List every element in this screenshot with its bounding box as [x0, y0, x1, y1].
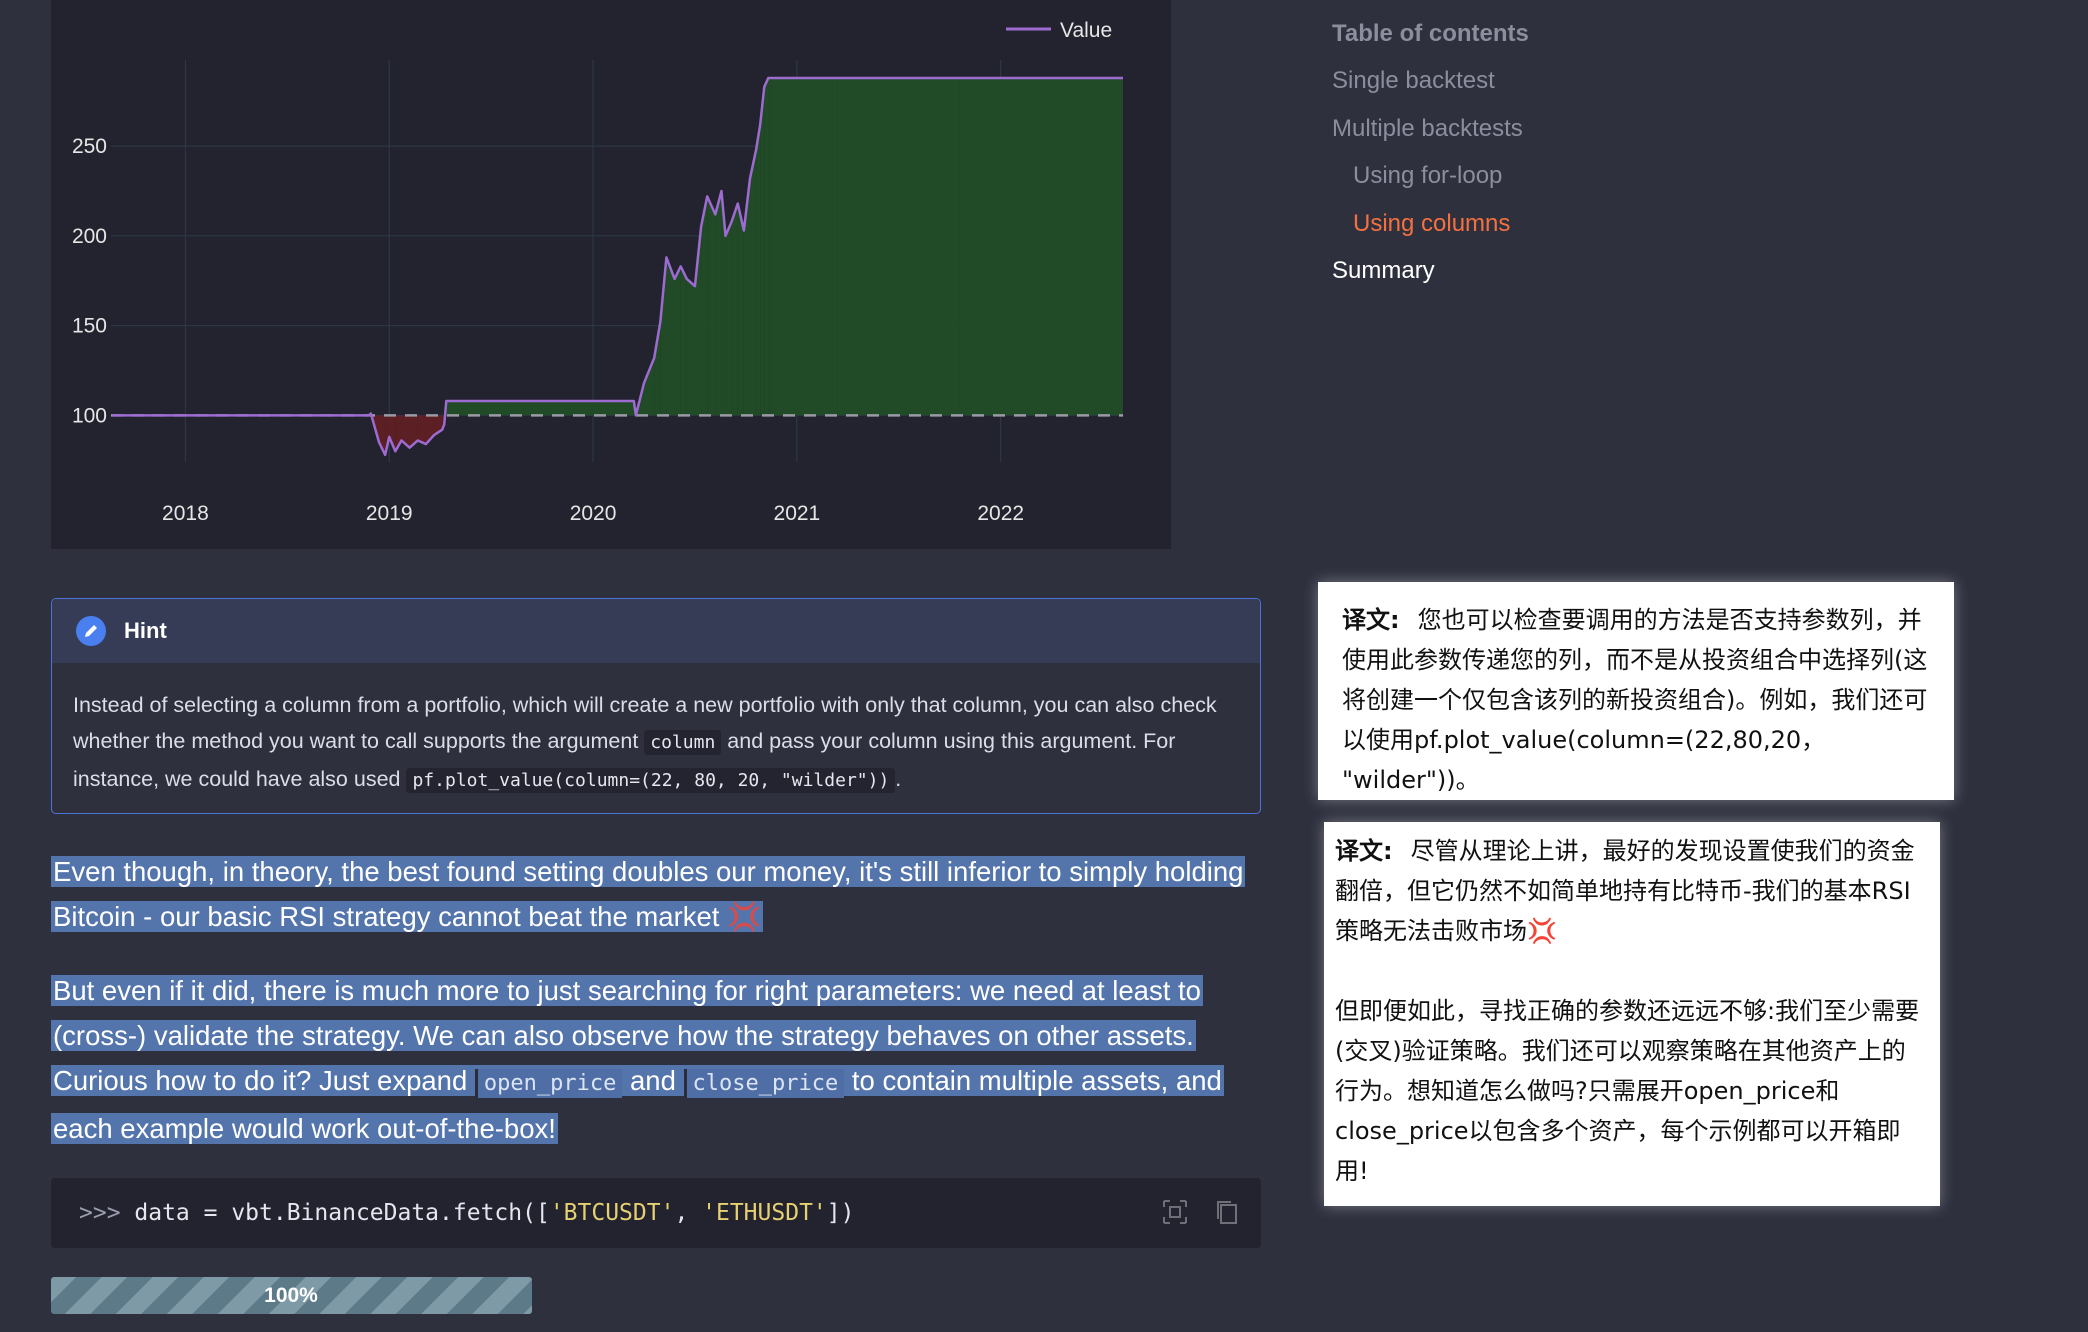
- selected-text: But even if it did, there is much more t…: [51, 975, 1224, 1144]
- profit-area: [593, 400, 634, 416]
- profit-area: [680, 266, 687, 416]
- profit-area: [731, 203, 738, 416]
- profit-area: [770, 77, 773, 416]
- profit-area: [760, 86, 765, 416]
- translation-paragraph: 但即便如此，寻找正确的参数还远远不够:我们至少需要(交叉)验证策略。我们还可以观…: [1335, 991, 1929, 1191]
- profit-area: [837, 77, 960, 416]
- profit-area: [959, 77, 1123, 416]
- profit-area: [764, 77, 769, 416]
- translation-prefix: 译文:: [1342, 606, 1400, 634]
- profit-area: [715, 191, 722, 416]
- x-tick-label: 2020: [570, 502, 617, 525]
- translation-card-paragraphs: 译文: 尽管从理论上讲，最好的发现设置使我们的资金翻倍，但它仍然不如简单地持有比特…: [1324, 822, 1940, 1206]
- y-tick-label: 250: [72, 135, 107, 158]
- x-tick-label: 2018: [162, 502, 209, 525]
- y-tick-label: 150: [72, 315, 107, 338]
- x-tick-label: 2019: [366, 502, 413, 525]
- value-chart-svg: 2018 2019 2020 2021 2022 100 150 200 250 Value: [72, 19, 1123, 525]
- y-tick-label: 200: [72, 225, 107, 248]
- profit-area: [725, 221, 732, 416]
- toc-title: Table of contents: [1332, 20, 1529, 47]
- code-string-btcusdt: 'BTCUSDT': [549, 1200, 675, 1226]
- profit-area: [686, 278, 695, 416]
- pencil-icon: [76, 616, 106, 646]
- profit-area: [768, 77, 771, 416]
- toc-item-using-columns[interactable]: Using columns: [1332, 210, 1832, 238]
- hint-header: Hint: [52, 599, 1260, 663]
- translation-text: 尽管从理论上讲，最好的发现设置使我们的资金翻倍，但它仍然不如简单地持有比特币-我…: [1335, 837, 1915, 945]
- y-tick-label: 100: [72, 404, 107, 427]
- x-tick-label: 2022: [977, 502, 1024, 525]
- profit-area: [674, 266, 681, 416]
- code-actions: [1161, 1198, 1241, 1226]
- profit-area: [707, 196, 716, 416]
- legend-label: Value: [1060, 19, 1112, 42]
- code-block[interactable]: >>> data = vbt.BinanceData.fetch(['BTCUS…: [51, 1178, 1261, 1248]
- profit-area: [666, 257, 675, 416]
- hint-code-plot-value: pf.plot_value(column=(22, 80, 20, "wilde…: [406, 768, 896, 793]
- profit-area: [749, 149, 757, 416]
- code-prompt: >>>: [79, 1200, 135, 1226]
- code-text: ]): [826, 1200, 855, 1226]
- profit-area: [511, 400, 594, 416]
- anger-symbol-icon: 💢: [1527, 917, 1557, 945]
- paragraph-text: and: [622, 1065, 684, 1096]
- profit-area: [644, 357, 655, 416]
- translation-text: 但即便如此，寻找正确的参数还远远不够:我们至少需要(交叉)验证策略。我们还可以观…: [1335, 997, 1920, 1185]
- hint-title: Hint: [124, 618, 167, 643]
- code-close-price: close_price: [683, 1069, 845, 1098]
- value-chart[interactable]: 2018 2019 2020 2021 2022 100 150 200 250 Value: [51, 0, 1171, 549]
- toc-item-single-backtest[interactable]: Single backtest: [1332, 67, 1832, 95]
- hint-body: Instead of selecting a column from a por…: [52, 663, 1260, 799]
- toc-item-using-for-loop[interactable]: Using for-loop: [1332, 162, 1832, 190]
- translation-card-hint: 译文: 您也可以检查要调用的方法是否支持参数列，并使用此参数传递您的列，而不是从投…: [1318, 582, 1954, 800]
- progress-bar: 100%: [51, 1277, 532, 1314]
- profit-area: [737, 203, 744, 416]
- toc-item-summary[interactable]: Summary: [1332, 257, 1832, 285]
- select-lines-icon[interactable]: [1161, 1198, 1189, 1226]
- paragraph-text: Even though, in theory, the best found s…: [53, 856, 1244, 932]
- hint-code-column: column: [644, 730, 722, 755]
- selected-text: Even though, in theory, the best found s…: [51, 856, 1246, 932]
- code-text: ,: [674, 1200, 703, 1226]
- translation-paragraph: 译文: 尽管从理论上讲，最好的发现设置使我们的资金翻倍，但它仍然不如简单地持有比特…: [1335, 831, 1929, 951]
- code-open-price: open_price: [474, 1069, 623, 1098]
- profit-area: [756, 124, 761, 416]
- table-of-contents: Table of contents Single backtest Multip…: [1332, 20, 1832, 305]
- paragraph-next-steps: But even if it did, there is much more t…: [51, 968, 1281, 1151]
- profit-area: [772, 77, 838, 416]
- profit-area: [446, 400, 512, 416]
- code-string-ethusdt: 'ETHUSDT': [702, 1200, 827, 1226]
- translation-prefix: 译文:: [1335, 837, 1393, 865]
- anger-symbol-icon: 💢: [727, 901, 762, 932]
- hint-admonition: Hint Instead of selecting a column from …: [51, 598, 1261, 814]
- toc-item-multiple-backtests[interactable]: Multiple backtests: [1332, 115, 1832, 143]
- hint-text: .: [895, 767, 902, 791]
- code-text: data = vbt.BinanceData.fetch([: [134, 1200, 550, 1226]
- x-tick-label: 2021: [774, 502, 821, 525]
- translation-text: 您也可以检查要调用的方法是否支持参数列，并使用此参数传递您的列，而不是从投资组合…: [1342, 606, 1928, 794]
- paragraph-conclusion: Even though, in theory, the best found s…: [51, 849, 1281, 939]
- copy-icon[interactable]: [1213, 1198, 1241, 1226]
- progress-label: 100%: [264, 1283, 318, 1307]
